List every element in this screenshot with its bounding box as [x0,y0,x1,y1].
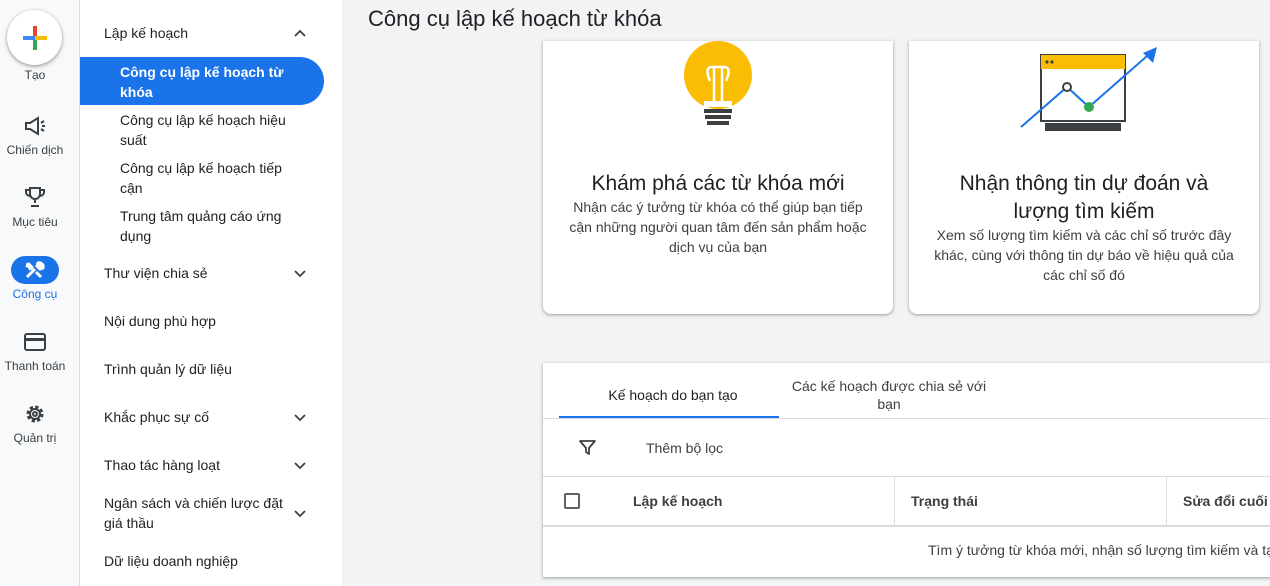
nav-item-app-center[interactable]: Trung tâm quảng cáo ứng dụng [120,206,305,246]
nav-item-bulk-actions[interactable]: Thao tác hàng loạt [104,455,220,475]
column-header-last-modified[interactable]: Sửa đổi cuối c [1183,493,1270,509]
select-all-checkbox[interactable] [564,493,580,509]
gear-icon[interactable] [21,402,49,426]
nav-item-performance-planner[interactable]: Công cụ lập kế hoạch hiệu suất [120,110,305,150]
forecast-card[interactable]: Nhận thông tin dự đoán và lượng tìm kiếm… [909,41,1259,314]
create-label: Tạo [24,68,46,82]
column-divider [1166,477,1167,525]
plus-icon [22,25,47,50]
rail-item-goals[interactable]: Mục tiêu [0,215,70,229]
divider [543,525,1270,527]
chevron-up-icon[interactable] [293,26,307,40]
lightbulb-icon [684,41,752,125]
divider [543,476,1270,477]
chevron-down-icon[interactable] [293,506,307,520]
tab-your-plans[interactable]: Kế hoạch do bạn tạo [583,386,763,404]
nav-item-business-data[interactable]: Dữ liệu doanh nghiệp [104,551,238,571]
rail-item-campaigns[interactable]: Chiến dịch [0,143,70,157]
add-filter-button[interactable]: Thêm bộ lọc [646,440,723,456]
tools-icon[interactable] [11,256,59,284]
navigation-rail: Tạo Chiến dịch Mục tiêu Công cụ Thanh to… [0,0,80,586]
column-header-plan[interactable]: Lập kế hoạch [633,493,722,509]
nav-item-data-manager[interactable]: Trình quản lý dữ liệu [104,359,232,379]
nav-item-troubleshooting[interactable]: Khắc phục sự cố [104,407,209,427]
divider [543,418,1270,419]
column-divider [894,477,895,525]
chevron-down-icon[interactable] [293,410,307,424]
trophy-icon[interactable] [21,185,49,209]
nav-item-reach-planner[interactable]: Công cụ lập kế hoạch tiếp cận [120,158,305,198]
chevron-down-icon[interactable] [293,266,307,280]
rail-item-admin[interactable]: Quản trị [0,431,70,445]
credit-card-icon[interactable] [21,330,49,354]
card-title: Nhận thông tin dự đoán và lượng tìm kiếm [959,172,1209,223]
rail-item-billing[interactable]: Thanh toán [0,359,70,373]
create-button[interactable] [7,10,62,65]
tab-shared-plans[interactable]: Các kế hoạch được chia sẻ với bạn [779,377,999,413]
column-header-status[interactable]: Trạng thái [911,493,978,509]
filter-icon[interactable] [579,439,596,456]
sidebar: Lập kế hoạch Công cụ lập kế hoạch từ khó… [80,0,342,586]
chevron-down-icon[interactable] [293,458,307,472]
empty-state-text: Tìm ý tưởng từ khóa mới, nhận số lượng t… [928,542,1270,558]
chart-growth-icon [1020,47,1157,131]
discover-keywords-card[interactable]: Khám phá các từ khóa mới Nhận các ý tưởn… [543,41,893,314]
rail-item-tools[interactable]: Công cụ [0,287,70,301]
page-title: Công cụ lập kế hoạch từ khóa [368,6,662,31]
campaign-icon[interactable] [21,114,49,138]
nav-item-shared-library[interactable]: Thư viện chia sẻ [104,263,208,283]
nav-item-budgets-bidding[interactable]: Ngân sách và chiến lược đặt giá thầu [104,493,284,533]
plans-table-card: Kế hoạch do bạn tạo Các kế hoạch được ch… [543,363,1270,577]
nav-item-content-suitability[interactable]: Nội dung phù hợp [104,311,216,331]
nav-item-keyword-planner[interactable]: Công cụ lập kế hoạch từ khóa [120,62,305,102]
nav-section-planning[interactable]: Lập kế hoạch [104,23,188,43]
card-description: Nhận các ý tưởng từ khóa có thể giúp bạn… [569,199,867,255]
card-description: Xem số lượng tìm kiếm và các chỉ số trướ… [934,227,1234,283]
card-title: Khám phá các từ khóa mới [591,172,845,195]
